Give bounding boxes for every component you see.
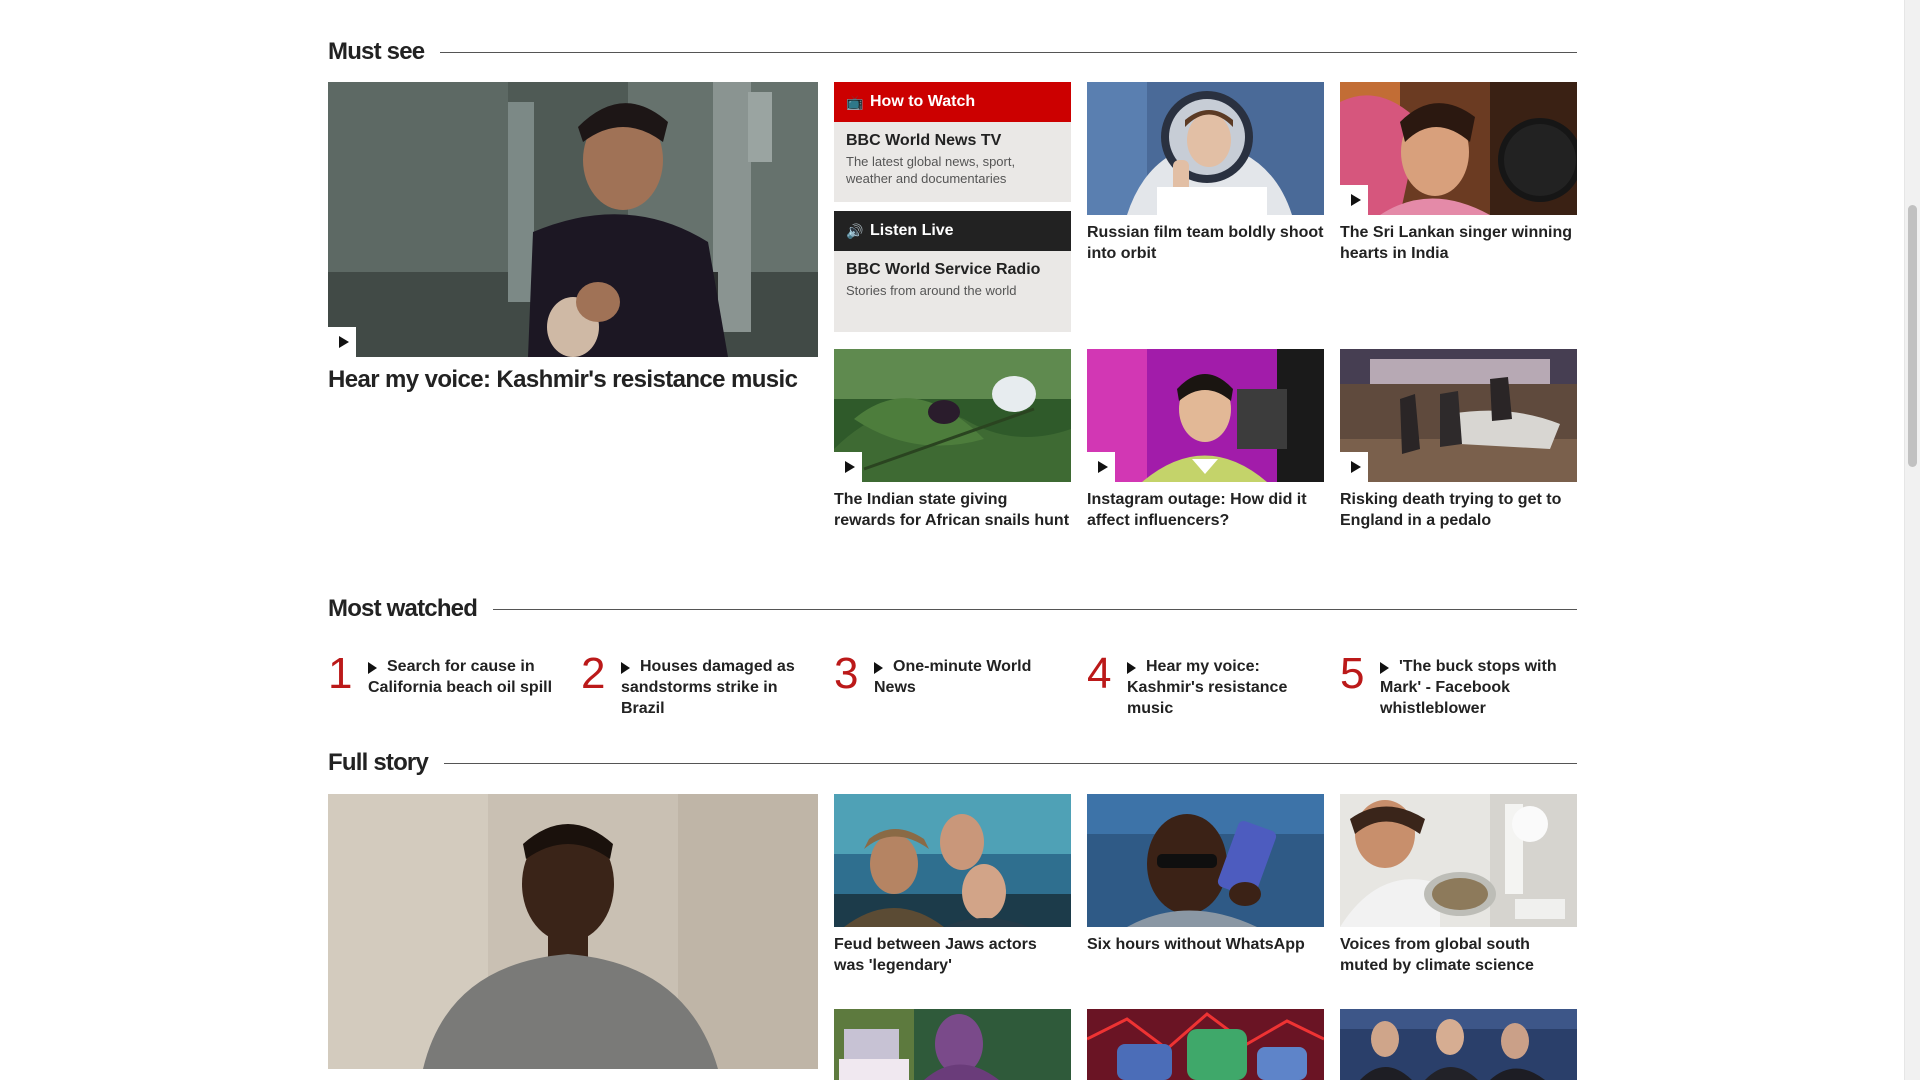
card-image[interactable] xyxy=(1087,1009,1324,1080)
card-title[interactable]: Russian film team boldly shoot into orbi… xyxy=(1087,222,1324,264)
rank-number: 3 xyxy=(834,649,859,698)
most-watched-title[interactable]: Hear my voice: Kashmir's resistance musi… xyxy=(1127,656,1317,719)
must-see-heading: Must see xyxy=(328,38,425,65)
most-watched-item[interactable]: 3 One-minute World News xyxy=(834,652,1064,722)
how-to-watch-label: How to Watch xyxy=(870,93,976,110)
how-to-watch-name: BBC World News TV xyxy=(846,132,1002,149)
most-watched-item[interactable]: 1 Search for cause in California beach o… xyxy=(328,652,558,722)
rank-number: 2 xyxy=(581,649,606,698)
card-title[interactable]: Instagram outage: How did it affect infl… xyxy=(1087,489,1324,531)
card-image[interactable] xyxy=(834,1009,1071,1080)
card-image[interactable] xyxy=(1340,794,1577,927)
play-icon xyxy=(1340,452,1368,482)
card-image[interactable] xyxy=(834,349,1071,482)
listen-live-bar: 🔊 Listen Live xyxy=(834,211,1071,251)
rank-number: 1 xyxy=(328,649,353,698)
card-title[interactable]: Six hours without WhatsApp xyxy=(1087,934,1324,955)
section-divider xyxy=(440,51,1577,53)
page: Must see Hear my voice: Kashmir's resist… xyxy=(0,0,1904,1080)
card-image[interactable] xyxy=(1340,1009,1577,1080)
hero-title[interactable]: Hear my voice: Kashmir's resistance musi… xyxy=(328,366,818,394)
play-icon xyxy=(1340,185,1368,215)
card-image[interactable] xyxy=(834,794,1071,927)
most-watched-title[interactable]: One-minute World News xyxy=(874,656,1064,698)
card-title[interactable]: Voices from global south muted by climat… xyxy=(1340,934,1577,976)
most-watched-header: Most watched xyxy=(328,592,1577,626)
tv-icon: 📺 xyxy=(846,94,864,110)
card-title[interactable]: Risking death trying to get to England i… xyxy=(1340,489,1577,531)
section-divider xyxy=(444,762,1577,764)
vertical-scrollbar[interactable] xyxy=(1904,0,1920,1080)
how-to-watch-promo[interactable]: 📺 How to Watch BBC World News TV The lat… xyxy=(834,82,1071,202)
rank-number: 4 xyxy=(1087,649,1112,698)
must-see-header: Must see xyxy=(328,35,1577,69)
speaker-icon: 🔊 xyxy=(846,223,864,239)
card-image[interactable] xyxy=(1087,82,1324,215)
most-watched-item[interactable]: 5 'The buck stops with Mark' - Facebook … xyxy=(1340,652,1570,722)
most-watched-title[interactable]: Search for cause in California beach oil… xyxy=(368,656,558,698)
listen-live-name: BBC World Service Radio xyxy=(846,261,1041,278)
hero-image[interactable] xyxy=(328,794,818,1069)
how-to-watch-bar: 📺 How to Watch xyxy=(834,82,1071,122)
full-story-header: Full story xyxy=(328,746,1577,780)
listen-live-description: Stories from around the world xyxy=(846,283,1017,298)
card-title[interactable]: The Indian state giving rewards for Afri… xyxy=(834,489,1071,531)
card-image[interactable] xyxy=(1340,349,1577,482)
most-watched-title[interactable]: Houses damaged as sandstorms strike in B… xyxy=(621,656,811,719)
most-watched-title[interactable]: 'The buck stops with Mark' - Facebook wh… xyxy=(1380,656,1570,719)
hero-image[interactable] xyxy=(328,82,818,357)
card-image[interactable] xyxy=(1087,794,1324,927)
play-icon xyxy=(1087,452,1115,482)
rank-number: 5 xyxy=(1340,649,1365,698)
card-title[interactable]: The Sri Lankan singer winning hearts in … xyxy=(1340,222,1577,264)
listen-live-promo[interactable]: 🔊 Listen Live BBC World Service Radio St… xyxy=(834,211,1071,332)
card-image[interactable] xyxy=(1340,82,1577,215)
play-icon xyxy=(834,452,862,482)
most-watched-item[interactable]: 4 Hear my voice: Kashmir's resistance mu… xyxy=(1087,652,1317,722)
card-title[interactable]: Feud between Jaws actors was 'legendary' xyxy=(834,934,1071,976)
card-image[interactable] xyxy=(1087,349,1324,482)
most-watched-item[interactable]: 2 Houses damaged as sandstorms strike in… xyxy=(581,652,811,722)
play-icon xyxy=(328,327,356,357)
listen-live-label: Listen Live xyxy=(870,222,954,239)
how-to-watch-description: The latest global news, sport, weather a… xyxy=(846,154,1016,186)
most-watched-heading: Most watched xyxy=(328,595,478,622)
scrollbar-thumb[interactable] xyxy=(1908,205,1917,467)
full-story-heading: Full story xyxy=(328,749,429,776)
section-divider xyxy=(493,608,1577,610)
